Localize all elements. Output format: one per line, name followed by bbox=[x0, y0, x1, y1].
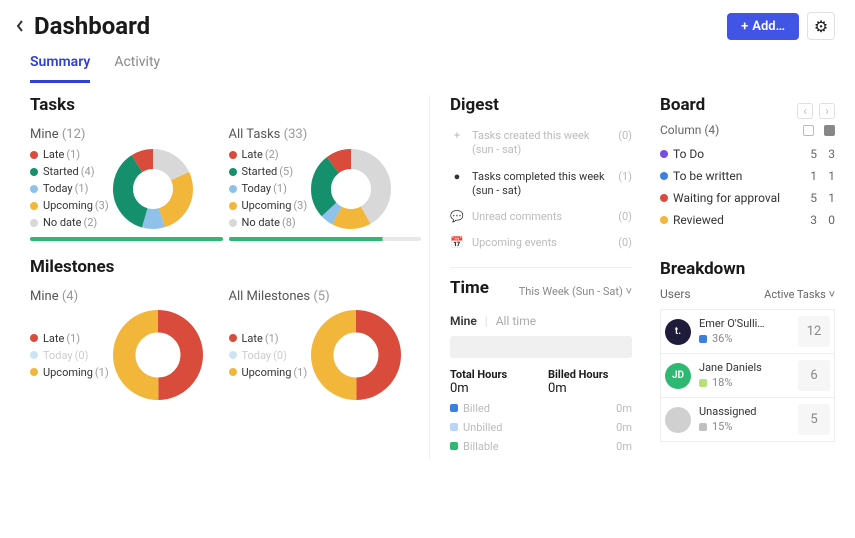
digest-heading: Digest bbox=[450, 95, 632, 115]
time-row-0: Billed0m bbox=[450, 402, 632, 415]
tasks-mine-legend: Late (1) Started(4) Today (1) Upcoming(3… bbox=[30, 148, 109, 229]
user-row-0[interactable]: t.Emer O'Sulli…36%12 bbox=[660, 309, 835, 354]
tasks-mine-chart bbox=[113, 149, 193, 229]
time-row-1: Unbilled0m bbox=[450, 421, 632, 434]
digest-icon: 💬 bbox=[450, 210, 464, 223]
milestones-mine-legend: Late (1) Today (0) Upcoming(1) bbox=[30, 332, 109, 379]
tasks-all-legend: Late (2) Started(5) Today (1) Upcoming(3… bbox=[229, 148, 308, 229]
avatar: JD bbox=[665, 363, 691, 389]
time-chart-placeholder bbox=[450, 336, 632, 358]
tasks-all-label: All Tasks (33) bbox=[229, 127, 422, 142]
milestones-mine-chart bbox=[113, 310, 203, 400]
tasks-mine-label: Mine (12) bbox=[30, 127, 223, 142]
digest-item-1[interactable]: ●Tasks completed this week (sun - sat)(1… bbox=[450, 164, 632, 205]
milestones-all-label: All Milestones (5) bbox=[229, 289, 422, 304]
breakdown-filter[interactable]: Active Tasks ˅ bbox=[764, 288, 835, 301]
time-range-selector[interactable]: This Week (Sun - Sat) ˅ bbox=[519, 285, 632, 298]
time-totals: Total Hours0m Billed Hours0m bbox=[450, 368, 632, 396]
board-checkbox-1[interactable] bbox=[803, 125, 814, 136]
breakdown-heading: Breakdown bbox=[660, 259, 835, 279]
board-row-2[interactable]: Waiting for approval51 bbox=[660, 187, 835, 209]
back-button[interactable] bbox=[12, 18, 28, 34]
settings-button[interactable]: ⚙ bbox=[807, 12, 835, 40]
digest-item-3[interactable]: 📅Upcoming events(0) bbox=[450, 230, 632, 256]
digest-item-0[interactable]: +Tasks created this week (sun - sat)(0) bbox=[450, 123, 632, 164]
digest-icon: ● bbox=[450, 170, 464, 183]
tab-activity[interactable]: Activity bbox=[114, 46, 160, 83]
digest-icon: 📅 bbox=[450, 236, 464, 249]
digest-item-2[interactable]: 💬Unread comments(0) bbox=[450, 204, 632, 230]
tasks-mine-bar bbox=[30, 237, 223, 241]
board-column-header: Column (4) bbox=[660, 123, 835, 137]
add-button[interactable]: + Add… bbox=[727, 13, 799, 40]
board-row-3[interactable]: Reviewed30 bbox=[660, 209, 835, 231]
time-heading: Time bbox=[450, 278, 489, 298]
time-row-2: Billable0m bbox=[450, 440, 632, 453]
board-heading: Board bbox=[660, 95, 705, 115]
avatar bbox=[665, 407, 691, 433]
board-next[interactable]: › bbox=[819, 103, 835, 119]
gear-icon: ⚙ bbox=[814, 17, 828, 36]
breakdown-users-label: Users bbox=[660, 287, 691, 301]
board-row-0[interactable]: To Do53 bbox=[660, 143, 835, 165]
milestones-mine-label: Mine (4) bbox=[30, 289, 223, 304]
board-prev[interactable]: ‹ bbox=[797, 103, 813, 119]
milestones-all-chart bbox=[311, 310, 401, 400]
tab-summary[interactable]: Summary bbox=[30, 46, 90, 83]
tasks-heading: Tasks bbox=[30, 95, 421, 115]
page-title: Dashboard bbox=[34, 12, 727, 40]
time-tab-all[interactable]: All time bbox=[496, 314, 536, 328]
digest-icon: + bbox=[450, 129, 464, 142]
user-row-1[interactable]: JDJane Daniels18%6 bbox=[660, 354, 835, 398]
board-row-1[interactable]: To be written11 bbox=[660, 165, 835, 187]
plus-icon: + bbox=[741, 19, 748, 34]
tasks-all-bar bbox=[229, 237, 422, 241]
tasks-all-chart bbox=[311, 149, 391, 229]
time-tab-mine[interactable]: Mine bbox=[450, 314, 477, 328]
avatar: t. bbox=[665, 319, 691, 345]
milestones-all-legend: Late (1) Today (0) Upcoming(1) bbox=[229, 332, 308, 379]
milestones-heading: Milestones bbox=[30, 257, 421, 277]
user-row-2[interactable]: Unassigned15%5 bbox=[660, 398, 835, 442]
board-checkbox-2[interactable] bbox=[824, 125, 835, 136]
